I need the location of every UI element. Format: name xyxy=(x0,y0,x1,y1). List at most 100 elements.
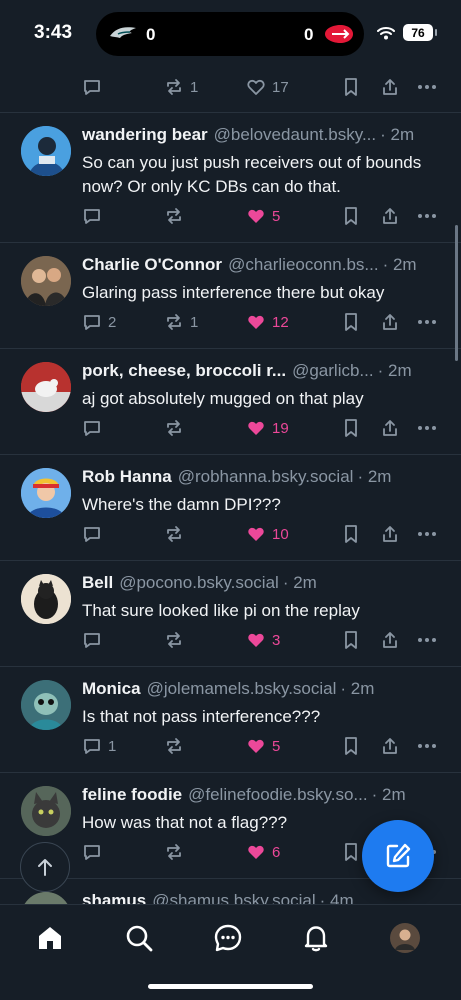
post-card[interactable]: Monica @jolemamels.bsky.social · 2m Is t… xyxy=(0,666,461,772)
author-handle[interactable]: @felinefoodie.bsky.so... xyxy=(188,785,367,805)
reply-feed[interactable]: 1 17 wandering bear @belovedaunt.bsky...… xyxy=(0,70,461,904)
more-button[interactable] xyxy=(416,206,438,226)
post-header: shamus @shamus.bsky.social · 4m xyxy=(82,891,445,904)
reply-button[interactable] xyxy=(82,206,108,226)
avatar[interactable] xyxy=(21,680,71,730)
avatar[interactable] xyxy=(21,256,71,306)
author-name[interactable]: shamus xyxy=(82,891,146,904)
tab-home[interactable] xyxy=(33,921,67,955)
like-button[interactable]: 12 xyxy=(246,312,289,332)
share-button[interactable] xyxy=(380,736,400,756)
share-button[interactable] xyxy=(380,312,400,332)
author-handle[interactable]: @jolemamels.bsky.social xyxy=(147,679,337,699)
bookmark-button[interactable] xyxy=(342,206,360,226)
author-name[interactable]: Monica xyxy=(82,679,141,699)
post-card[interactable]: Charlie O'Connor @charlieoconn.bs... · 2… xyxy=(0,242,461,348)
repost-button[interactable]: 1 xyxy=(164,312,198,332)
author-handle[interactable]: @shamus.bsky.social xyxy=(152,891,315,904)
tab-chat[interactable] xyxy=(211,921,245,955)
search-icon xyxy=(126,925,153,952)
avatar[interactable] xyxy=(21,574,71,624)
post-text: aj got absolutely mugged on that play xyxy=(82,389,364,408)
repost-button[interactable] xyxy=(164,524,190,544)
home-indicator[interactable] xyxy=(148,984,313,989)
bookmark-button[interactable] xyxy=(342,77,360,97)
tab-profile[interactable] xyxy=(388,921,422,955)
author-name[interactable]: Charlie O'Connor xyxy=(82,255,222,275)
author-name[interactable]: Rob Hanna xyxy=(82,467,172,487)
avatar[interactable] xyxy=(21,786,71,836)
more-button[interactable] xyxy=(416,736,438,756)
reply-button[interactable] xyxy=(82,524,108,544)
reply-button[interactable] xyxy=(82,842,108,862)
like-count: 17 xyxy=(272,78,289,96)
tab-search[interactable] xyxy=(122,921,156,955)
post-card[interactable]: wandering bear @belovedaunt.bsky... · 2m… xyxy=(0,112,461,242)
like-button[interactable]: 6 xyxy=(246,842,280,862)
author-handle[interactable]: @charlieoconn.bs... xyxy=(228,255,379,275)
bookmark-button[interactable] xyxy=(342,524,360,544)
more-button[interactable] xyxy=(416,524,438,544)
author-name[interactable]: feline foodie xyxy=(82,785,182,805)
bookmark-button[interactable] xyxy=(342,312,360,332)
heart-filled-icon xyxy=(248,421,264,435)
compose-button[interactable] xyxy=(362,820,434,892)
avatar[interactable] xyxy=(21,362,71,412)
avatar[interactable] xyxy=(21,126,71,176)
reply-button[interactable] xyxy=(82,77,108,97)
share-button[interactable] xyxy=(380,418,400,438)
tab-notifications[interactable] xyxy=(299,921,333,955)
repost-button[interactable] xyxy=(164,630,190,650)
bookmark-button[interactable] xyxy=(342,418,360,438)
bookmark-button[interactable] xyxy=(342,736,360,756)
like-count: 12 xyxy=(272,313,289,331)
share-button[interactable] xyxy=(380,206,400,226)
post-header: Bell @pocono.bsky.social · 2m xyxy=(82,573,445,593)
more-button[interactable] xyxy=(416,418,438,438)
author-name[interactable]: pork, cheese, broccoli r... xyxy=(82,361,286,381)
author-handle[interactable]: @belovedaunt.bsky... xyxy=(214,125,376,145)
share-button[interactable] xyxy=(380,524,400,544)
author-name[interactable]: wandering bear xyxy=(82,125,208,145)
author-name[interactable]: Bell xyxy=(82,573,113,593)
post-time: · 2m xyxy=(371,785,406,804)
author-handle[interactable]: @pocono.bsky.social xyxy=(119,573,279,593)
reply-button[interactable]: 1 xyxy=(82,736,116,756)
avatar[interactable] xyxy=(21,892,71,904)
scrollbar[interactable] xyxy=(455,225,458,361)
reply-button[interactable]: 2 xyxy=(82,312,116,332)
avatar[interactable] xyxy=(21,468,71,518)
bookmark-button[interactable] xyxy=(342,630,360,650)
repost-button[interactable] xyxy=(164,736,190,756)
more-button[interactable] xyxy=(416,312,438,332)
like-button[interactable]: 3 xyxy=(246,630,280,650)
repost-button[interactable] xyxy=(164,842,190,862)
like-count: 10 xyxy=(272,525,289,543)
like-button[interactable]: 19 xyxy=(246,418,289,438)
like-button[interactable]: 5 xyxy=(246,736,280,756)
repost-icon xyxy=(167,314,181,330)
author-handle[interactable]: @garlicb... xyxy=(292,361,374,381)
repost-button[interactable] xyxy=(164,206,190,226)
repost-button[interactable] xyxy=(164,418,190,438)
like-button[interactable]: 5 xyxy=(246,206,280,226)
home-score: 0 xyxy=(146,25,156,44)
post-card[interactable]: Bell @pocono.bsky.social · 2m That sure … xyxy=(0,560,461,666)
post-header: Rob Hanna @robhanna.bsky.social · 2m xyxy=(82,467,445,487)
reply-button[interactable] xyxy=(82,630,108,650)
post-card[interactable]: Rob Hanna @robhanna.bsky.social · 2m Whe… xyxy=(0,454,461,560)
post-card[interactable]: pork, cheese, broccoli r... @garlicb... … xyxy=(0,348,461,454)
share-button[interactable] xyxy=(380,630,400,650)
live-score-island[interactable]: 0 0 xyxy=(96,12,364,56)
scroll-to-top-button[interactable] xyxy=(20,842,70,892)
share-button[interactable] xyxy=(380,77,400,97)
more-button[interactable] xyxy=(416,630,438,650)
more-button[interactable] xyxy=(416,77,438,97)
reply-button[interactable] xyxy=(82,418,108,438)
like-button[interactable]: 10 xyxy=(246,524,289,544)
repost-button[interactable]: 1 xyxy=(164,77,198,97)
author-handle[interactable]: @robhanna.bsky.social xyxy=(178,467,354,487)
like-button[interactable]: 17 xyxy=(246,77,289,97)
bookmark-button[interactable] xyxy=(342,842,360,862)
chiefs-logo-icon xyxy=(322,22,356,46)
